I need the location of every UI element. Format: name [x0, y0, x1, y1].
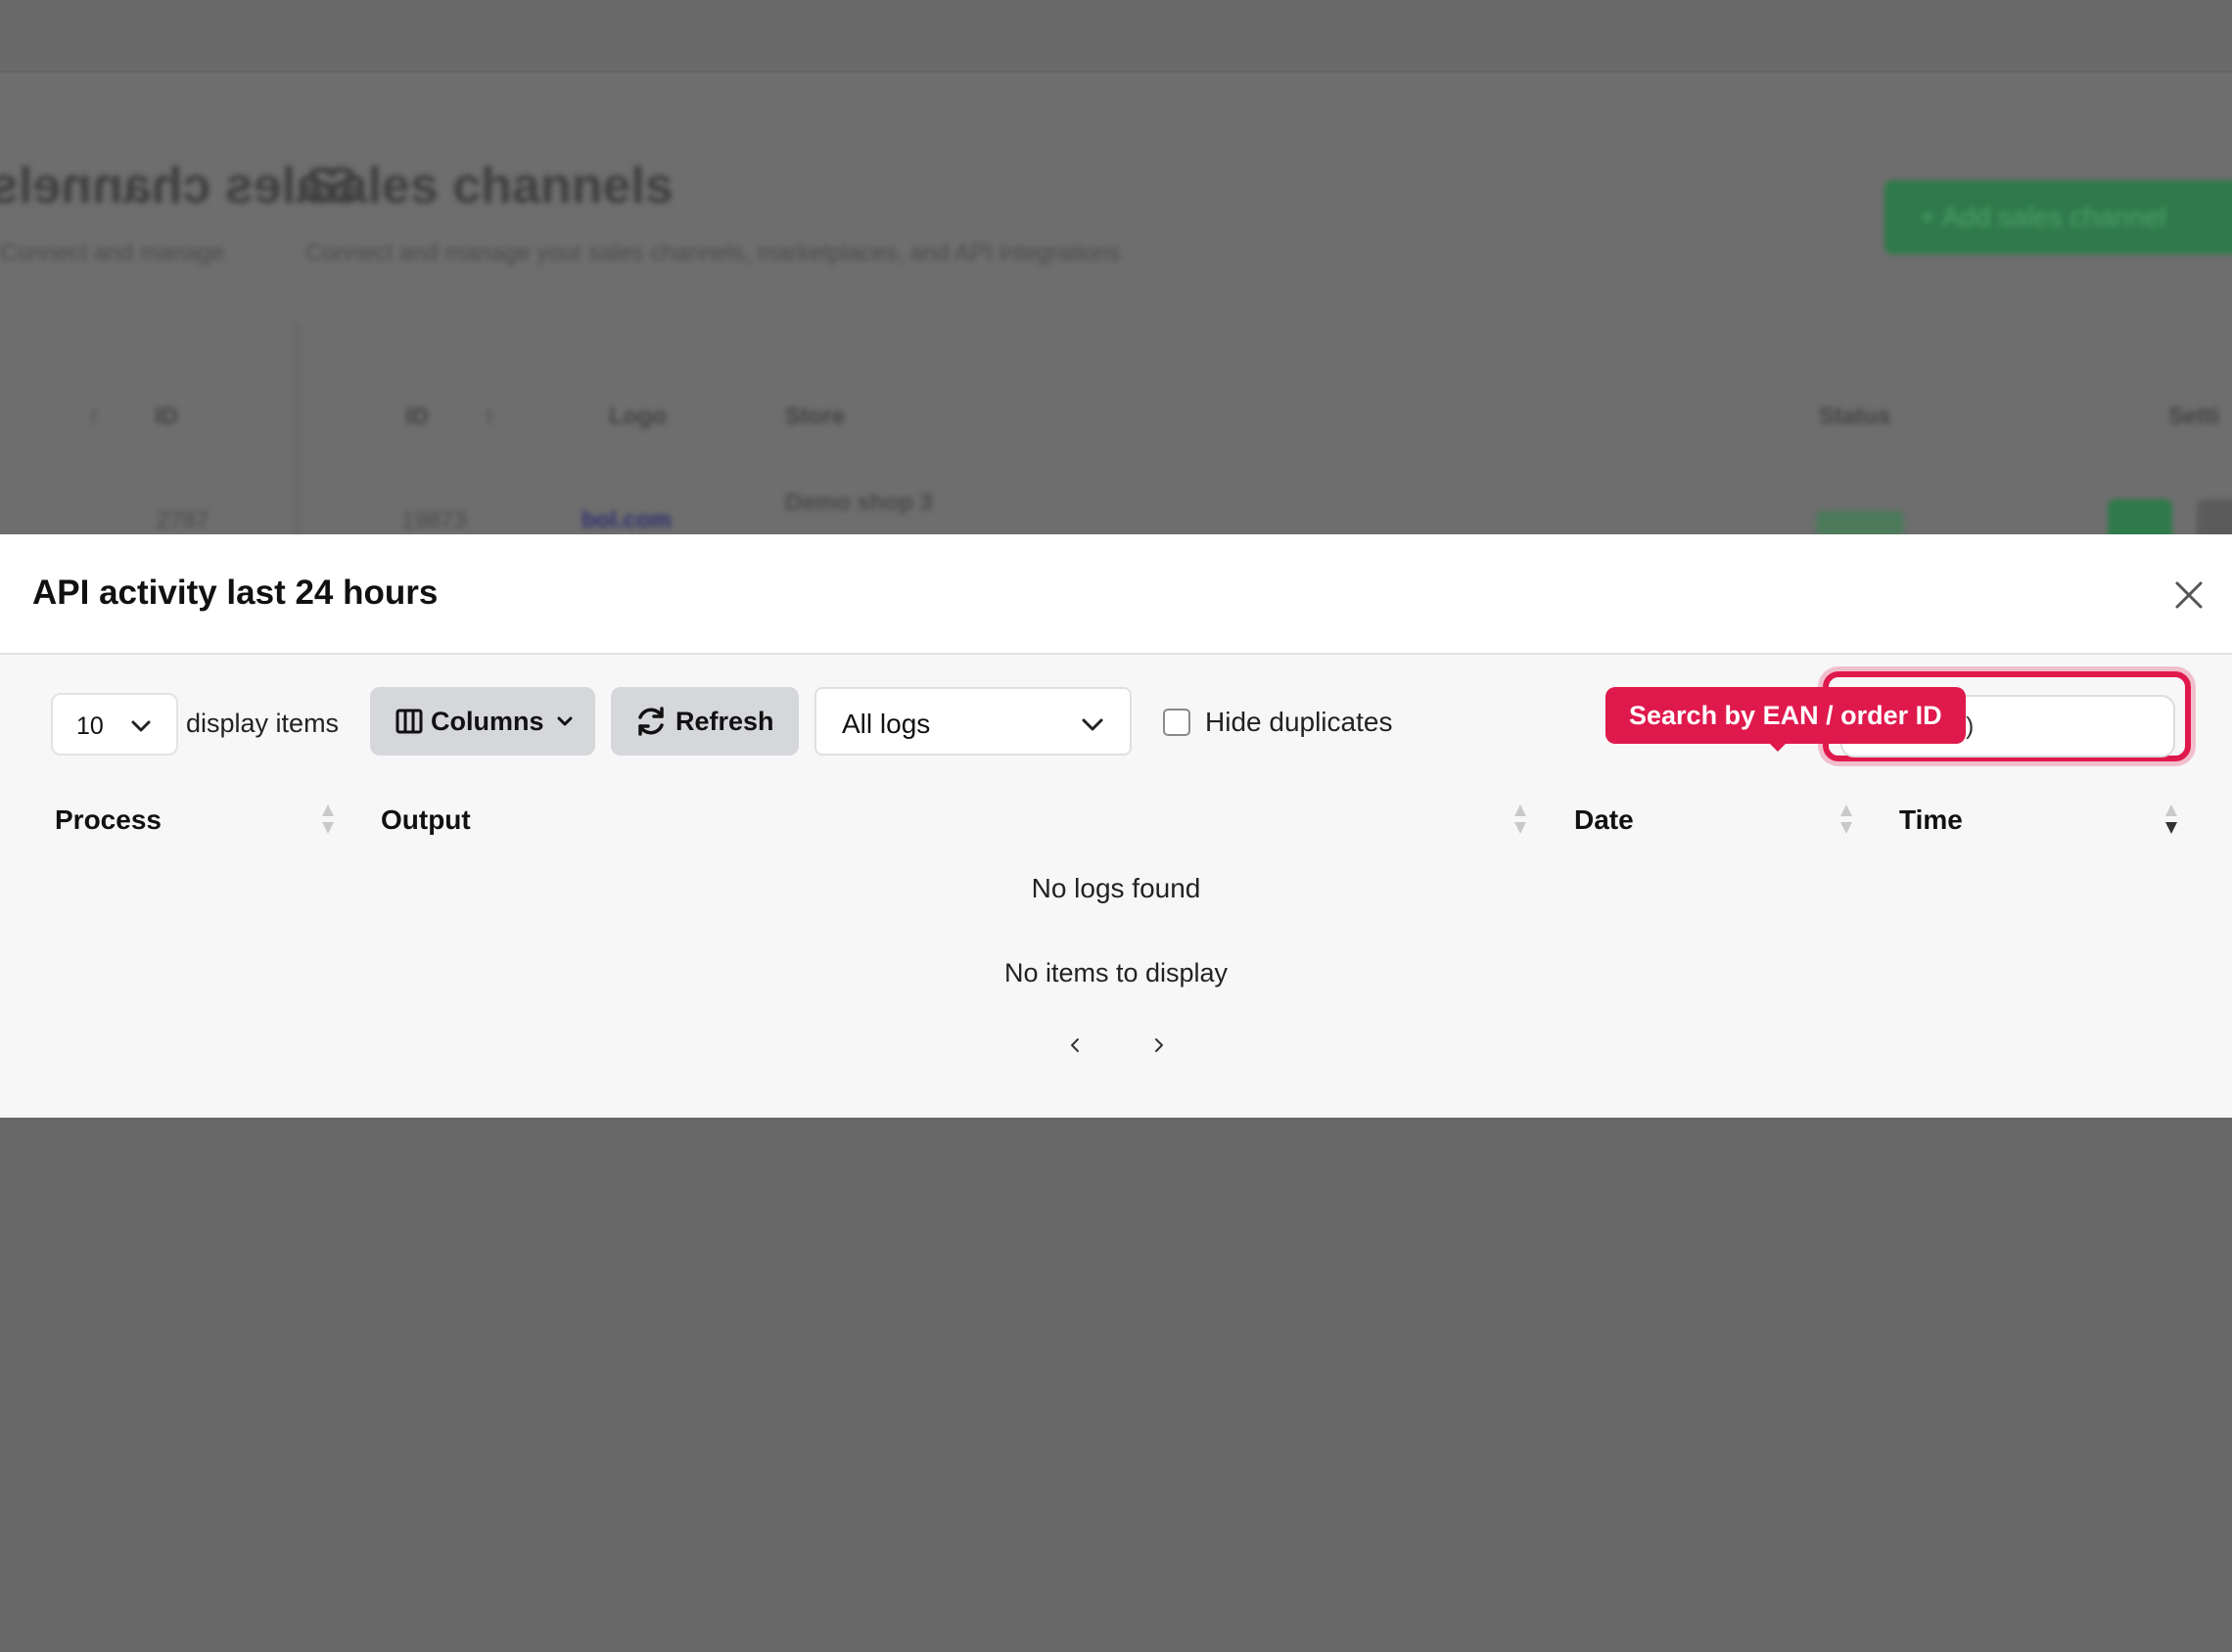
background-col-id: ID — [405, 403, 429, 430]
background-col-logo: Logo — [609, 403, 667, 430]
no-items-message: No items to display — [1003, 958, 1229, 987]
background-subtitle-mirror: Connect and manage — [0, 240, 225, 266]
background-panel-divider — [294, 323, 300, 536]
background-col-sort-2: ↑ — [484, 403, 495, 430]
background-page-subtitle: Connect and manage your sales channels, … — [305, 240, 1121, 266]
background-cell-id: 19873 — [401, 507, 467, 533]
next-page-icon[interactable] — [1147, 1033, 1171, 1057]
modal-title: API activity last 24 hours — [32, 574, 439, 612]
refresh-button-label: Refresh — [675, 707, 774, 736]
sort-icon[interactable] — [1512, 803, 1528, 838]
background-action-button — [2108, 499, 2172, 536]
background-cell-logo: bol.com — [581, 507, 673, 533]
background-content: Sales channels Sales channels Connect an… — [0, 0, 2232, 536]
close-button[interactable] — [2171, 577, 2207, 613]
background-secondary-button — [2197, 499, 2232, 536]
per-page-value: 10 — [76, 712, 104, 740]
column-header-date[interactable]: Date — [1574, 804, 1634, 836]
close-icon — [2175, 581, 2203, 609]
chevron-down-icon — [1082, 718, 1103, 731]
column-header-output[interactable]: Output — [381, 804, 471, 836]
background-add-sales-channel-button: + Add sales channel — [1884, 180, 2232, 254]
columns-button-label: Columns — [431, 707, 544, 736]
background-page-title: Sales channels — [305, 158, 674, 214]
column-header-time[interactable]: Time — [1899, 804, 1963, 836]
background-col-status: Status — [1819, 403, 1891, 430]
background-col-sort: ↑ — [88, 403, 100, 430]
sort-desc-icon[interactable] — [2163, 803, 2179, 838]
sort-icon[interactable] — [320, 803, 336, 838]
chevron-down-icon — [557, 716, 573, 726]
background-col-id-left: ID — [155, 403, 178, 430]
background-page: Sales channels Sales channels Connect an… — [0, 0, 2232, 536]
refresh-button[interactable]: Refresh — [611, 687, 799, 756]
search-tooltip-arrow — [1768, 742, 1788, 752]
per-page-select[interactable]: 10 — [51, 693, 178, 756]
search-tooltip: Search by EAN / order ID — [1605, 687, 1966, 744]
chevron-down-icon — [131, 720, 151, 732]
per-page-label: display items — [186, 709, 340, 738]
no-logs-message: No logs found — [1031, 873, 1201, 903]
hide-duplicates-label: Hide duplicates — [1205, 707, 1393, 737]
hide-duplicates-checkbox[interactable] — [1163, 709, 1190, 736]
sort-icon[interactable] — [1838, 803, 1854, 838]
refresh-icon — [638, 707, 664, 736]
columns-button[interactable]: Columns — [370, 687, 595, 756]
background-cell-store: Demo shop 3 — [785, 489, 933, 516]
column-header-process[interactable]: Process — [55, 804, 162, 836]
background-status-badge — [1816, 511, 1904, 536]
background-col-settings: Setti — [2168, 403, 2220, 430]
background-title-mirror: Sales channels — [0, 158, 358, 214]
api-activity-modal: API activity last 24 hours 10 display it… — [0, 534, 2232, 1118]
background-cell-left-id: 2787 — [157, 507, 209, 533]
log-filter-value: All logs — [842, 709, 931, 739]
background-col-store: Store — [785, 403, 846, 430]
log-filter-select[interactable]: All logs — [814, 687, 1132, 756]
modal-header: API activity last 24 hours — [0, 534, 2232, 655]
columns-icon — [395, 709, 423, 734]
prev-page-icon[interactable] — [1063, 1033, 1087, 1057]
